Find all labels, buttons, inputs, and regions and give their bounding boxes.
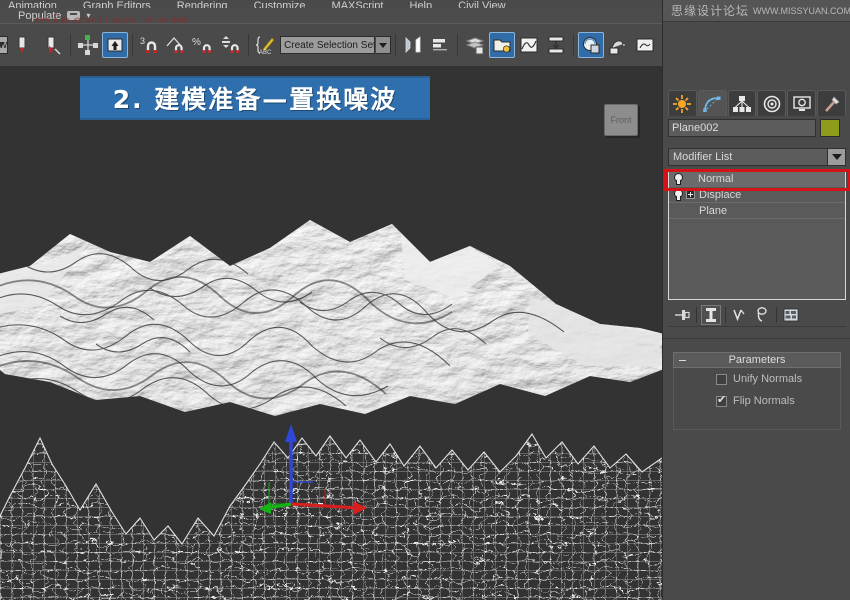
flip-normals-checkbox[interactable] (716, 394, 727, 407)
menu-item-help[interactable]: Help (410, 0, 433, 8)
expand-plus-icon[interactable] (686, 190, 695, 199)
menu-item-civil-view[interactable]: Civil View (458, 0, 505, 8)
modifier-stack[interactable]: Normal Displace Plane (668, 170, 846, 300)
parameters-rollout-title: Parameters (728, 354, 786, 366)
modifier-stack-item-label: Normal (698, 172, 734, 185)
parameters-rollout-header[interactable]: Parameters (673, 352, 841, 368)
flip-normals-row[interactable]: Flip Normals (674, 390, 840, 412)
collapse-minus-icon (679, 360, 686, 361)
viewport[interactable]: Front (0, 66, 662, 600)
modifier-stack-item-label: Displace (699, 188, 742, 201)
chevron-down-icon[interactable]: ▾ (86, 11, 90, 20)
modifier-list-row: Modifier List (668, 148, 846, 166)
remove-modifier-button[interactable] (752, 305, 772, 325)
layer-explorer-button[interactable] (462, 32, 488, 58)
select-and-move-button[interactable] (75, 32, 101, 58)
toolbar-separator (248, 34, 250, 56)
menu-item-graph-editors[interactable]: Graph Editors (83, 0, 151, 8)
watermark-site-name: 思缘设计论坛 (671, 4, 750, 18)
flip-normals-label: Flip Normals (733, 395, 795, 407)
lightbulb-icon[interactable] (673, 173, 683, 185)
watermark-site-url: WWW.MISSYUAN.COM (753, 5, 850, 16)
selection-set-dropdown[interactable] (376, 36, 392, 54)
unify-normals-label: Unify Normals (733, 373, 803, 385)
percent-snap-button[interactable]: % (191, 32, 217, 58)
unify-normals-row[interactable]: Unify Normals (674, 368, 840, 390)
populate-icon[interactable] (67, 11, 81, 20)
toolbar-separator (457, 34, 459, 56)
material-editor-button[interactable] (578, 32, 605, 58)
spinner-snap-button[interactable] (218, 32, 244, 58)
menu-item-maxscript[interactable]: MAXScript (332, 0, 384, 8)
populate-label[interactable]: Populate (18, 10, 61, 22)
stack-tool-separator (696, 306, 697, 323)
modifier-stack-item-normal[interactable]: Normal (669, 171, 845, 187)
tab-display[interactable] (787, 90, 817, 116)
toolbar-separator (395, 34, 397, 56)
curve-editor-button[interactable] (516, 32, 542, 58)
angle-snap-button[interactable] (164, 32, 190, 58)
object-name-input[interactable]: Plane002 (668, 119, 816, 137)
svg-text:3: 3 (140, 36, 145, 46)
menu-bar: Animation Graph Editors Rendering Custom… (0, 0, 662, 8)
svg-text:ABC: ABC (259, 50, 272, 56)
tutorial-title-banner: 2. 建模准备—置换噪波 (80, 76, 430, 120)
select-by-name-button[interactable] (40, 32, 66, 58)
parameters-rollout-body: Unify Normals Flip Normals (673, 368, 841, 430)
toolbar-separator (70, 34, 72, 56)
snap-toggle-button[interactable]: 3 (137, 32, 163, 58)
svg-text:%: % (192, 37, 201, 48)
menu-item-customize[interactable]: Customize (254, 0, 306, 8)
selection-set-input[interactable]: Create Selection Set (280, 36, 376, 54)
named-selection-sets-button[interactable]: ABC (253, 32, 279, 58)
transform-gizmo[interactable] (255, 416, 385, 526)
tab-hierarchy[interactable] (727, 90, 757, 116)
chevron-down-icon[interactable] (828, 148, 846, 166)
tab-modify[interactable] (697, 90, 727, 116)
rendered-frame-window-button[interactable] (632, 32, 658, 58)
tab-create[interactable] (668, 90, 697, 116)
schematic-view-button[interactable] (543, 32, 569, 58)
unify-normals-checkbox[interactable] (716, 373, 727, 385)
command-panel-tabs (668, 90, 846, 116)
lightbulb-icon[interactable] (673, 189, 683, 201)
object-name-row: Plane002 (668, 118, 846, 138)
align-button[interactable] (427, 32, 453, 58)
populate-bar: Populate ▾ (0, 8, 662, 23)
scene-explorer-button[interactable] (489, 32, 516, 58)
watermark-bar: 思缘设计论坛 WWW.MISSYUAN.COM (663, 0, 850, 22)
pin-stack-button[interactable] (672, 305, 692, 325)
tutorial-title-text: 2. 建模准备—置换噪波 (112, 85, 398, 114)
viewport-select-dropdown[interactable]: ew (0, 36, 9, 54)
command-panel: 思缘设计论坛 WWW.MISSYUAN.COM Plane002 Modifie… (662, 0, 850, 600)
tab-motion[interactable] (757, 90, 787, 116)
stack-tool-separator (725, 306, 726, 323)
toolbar-separator (132, 34, 134, 56)
mirror-button[interactable] (400, 32, 426, 58)
make-unique-button[interactable] (730, 305, 750, 325)
chevron-down-icon (0, 42, 6, 47)
main-toolbar: ew (0, 23, 680, 66)
panel-divider (663, 338, 850, 339)
select-object-button[interactable] (13, 32, 39, 58)
menu-item-animation[interactable]: Animation (8, 0, 57, 8)
view-cube[interactable]: Front (604, 104, 638, 136)
toolbar-separator (573, 34, 575, 56)
render-setup-button[interactable] (605, 32, 631, 58)
app-window: Animation Graph Editors Rendering Custom… (0, 0, 850, 600)
configure-modifier-sets-button[interactable] (781, 305, 801, 325)
modifier-stack-item-plane[interactable]: Plane (669, 203, 845, 219)
show-end-result-button[interactable] (701, 304, 721, 325)
modifier-stack-item-displace[interactable]: Displace (669, 187, 845, 203)
stack-tool-separator (776, 306, 777, 323)
modifier-list-dropdown[interactable]: Modifier List (668, 148, 828, 166)
tab-utilities[interactable] (817, 90, 846, 116)
view-cube-label: Front (610, 115, 632, 125)
object-color-swatch[interactable] (820, 119, 840, 137)
modifier-stack-item-label: Plane (699, 204, 728, 217)
select-and-link-button[interactable] (102, 32, 129, 58)
modifier-stack-toolbar (668, 303, 846, 327)
menu-item-rendering[interactable]: Rendering (177, 0, 228, 8)
